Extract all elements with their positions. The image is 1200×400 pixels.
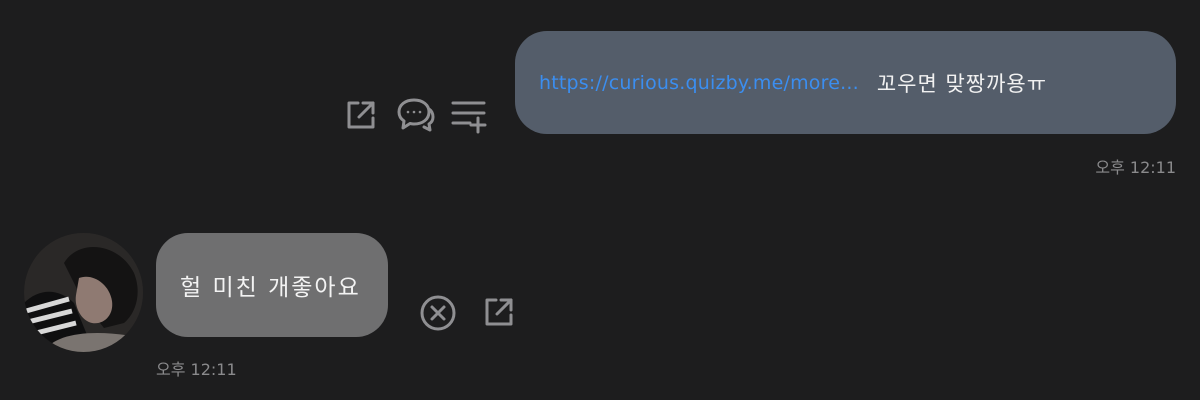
share-icon[interactable]: [481, 294, 517, 330]
outgoing-message-text: 꼬우면 맞짱까용ㅠ: [876, 71, 1048, 96]
close-circle-icon[interactable]: [419, 294, 457, 332]
chat-view: https://curious.quizby.me/more... 꼬우면 맞짱…: [0, 0, 1200, 400]
share-icon[interactable]: [343, 97, 379, 133]
incoming-message-bubble[interactable]: 헐 미친 개좋아요: [156, 233, 388, 337]
comment-icon[interactable]: [395, 96, 435, 134]
incoming-message-text: 헐 미친 개좋아요: [180, 275, 361, 301]
add-to-playlist-icon[interactable]: [450, 99, 488, 135]
outgoing-timestamp: 오후 12:11: [1095, 158, 1176, 177]
avatar[interactable]: [24, 233, 143, 352]
outgoing-message-bubble[interactable]: https://curious.quizby.me/more... 꼬우면 맞짱…: [515, 31, 1176, 134]
incoming-timestamp: 오후 12:11: [156, 360, 237, 379]
message-link[interactable]: https://curious.quizby.me/more...: [539, 72, 859, 94]
